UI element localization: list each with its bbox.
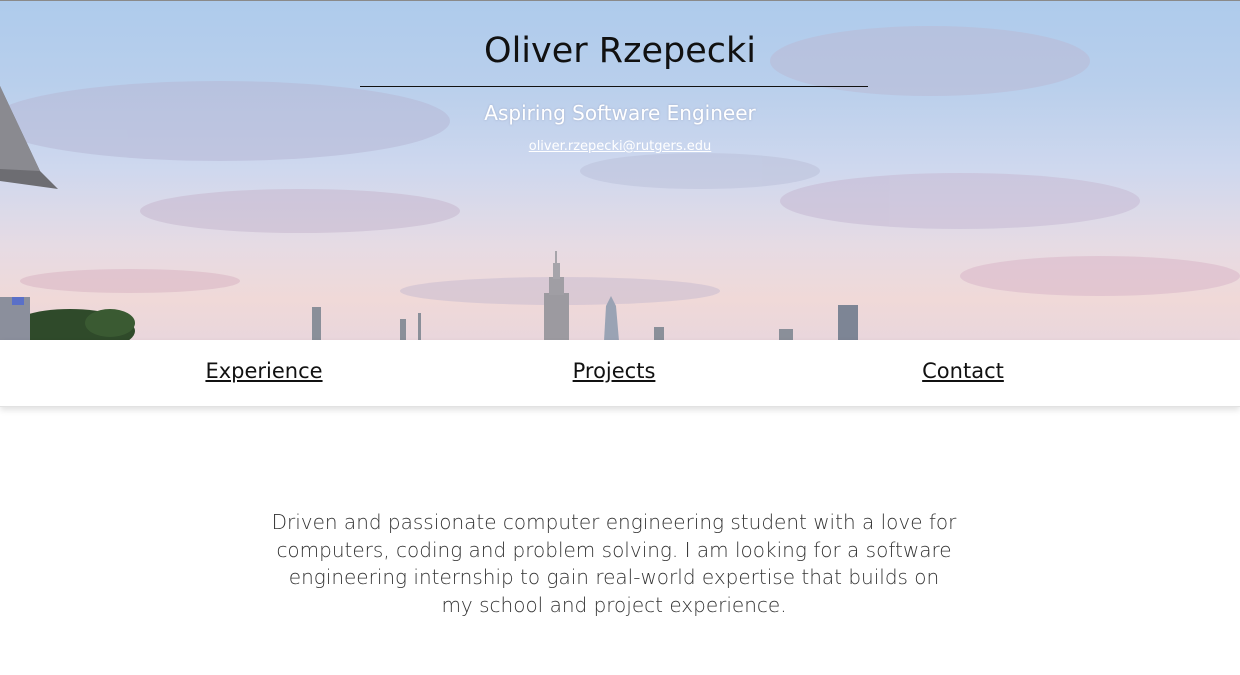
nav-link-experience[interactable]: Experience: [205, 359, 322, 383]
nav-link-contact[interactable]: Contact: [922, 359, 1004, 383]
email-link[interactable]: oliver.rzepecki@rutgers.edu: [529, 139, 712, 154]
page-title: Oliver Rzepecki: [484, 31, 756, 71]
about-paragraph: Driven and passionate computer engineeri…: [271, 510, 957, 617]
main-nav: Experience Projects Contact: [0, 340, 1240, 407]
title-divider: [360, 86, 868, 87]
hero-banner: Oliver Rzepecki Aspiring Software Engine…: [0, 0, 1240, 340]
email-container: oliver.rzepecki@rutgers.edu: [0, 135, 1240, 154]
nav-link-projects[interactable]: Projects: [573, 359, 656, 383]
page-subtitle: Aspiring Software Engineer: [484, 101, 756, 125]
